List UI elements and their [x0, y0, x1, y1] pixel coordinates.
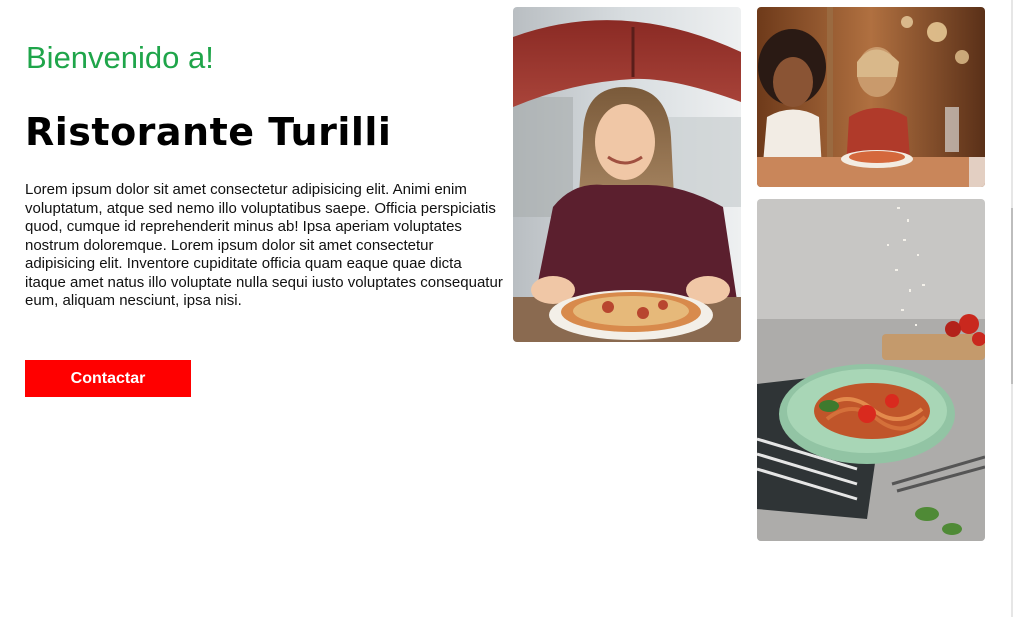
girl-eating-pizza-photo — [513, 7, 741, 342]
pasta-bowl-photo — [757, 199, 985, 541]
contact-button[interactable]: Contactar — [25, 360, 191, 397]
friends-eating-pizza-photo — [757, 7, 985, 187]
welcome-heading: Bienvenido a! — [26, 40, 214, 75]
restaurant-title: Ristorante Turilli — [25, 110, 392, 154]
hero-description: Lorem ipsum dolor sit amet consectetur a… — [25, 181, 503, 309]
